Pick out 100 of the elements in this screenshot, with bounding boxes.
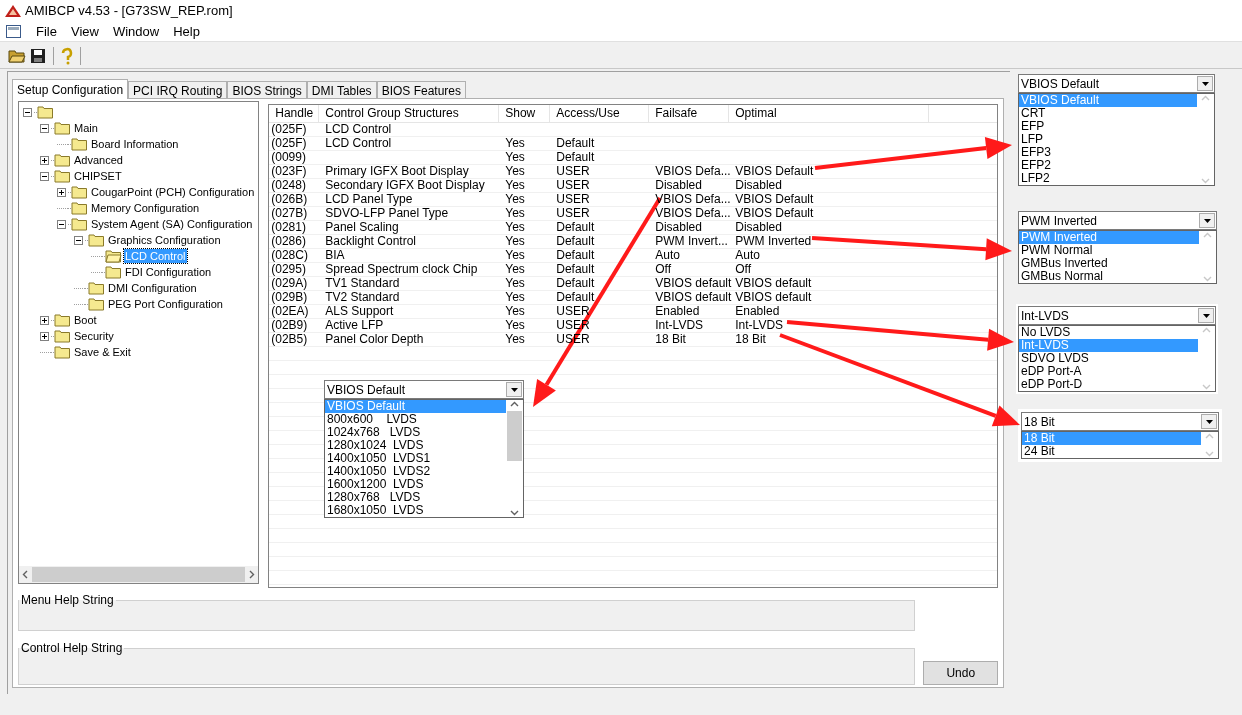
dropdown-option[interactable]: EFP3	[1019, 146, 1197, 159]
tree-item[interactable]: Advanced	[73, 153, 124, 167]
tree-item[interactable]: Boot	[73, 313, 98, 327]
table-cell: USER	[556, 192, 590, 206]
tree-item[interactable]: Save & Exit	[73, 345, 132, 359]
dropdown-option[interactable]: SDVO LVDS	[1019, 352, 1198, 365]
dropdown-option[interactable]: GMBus Normal	[1019, 270, 1199, 283]
table-cell: USER	[556, 164, 590, 178]
tree-item[interactable]: System Agent (SA) Configuration	[90, 217, 254, 231]
expand-toggle[interactable]	[40, 123, 49, 133]
dropdown-option[interactable]: EFP	[1019, 120, 1197, 133]
scroll-up-icon[interactable]	[510, 400, 519, 409]
open-folder-icon[interactable]	[8, 48, 26, 64]
column-header[interactable]: Show	[499, 105, 551, 122]
tab[interactable]: DMI Tables	[306, 81, 377, 99]
dropdown-option[interactable]: EFP2	[1019, 159, 1197, 172]
table-cell: Default	[556, 290, 595, 304]
expand-toggle[interactable]	[57, 187, 66, 197]
dropdown-option[interactable]: CRT	[1019, 107, 1197, 120]
menu-item[interactable]: View	[70, 21, 99, 42]
dropdown-option[interactable]: 1400x1050 LVDS2	[325, 465, 506, 478]
tab[interactable]: BIOS Strings	[227, 81, 307, 99]
table-cell: (025F)	[271, 136, 307, 150]
expand-toggle[interactable]	[40, 171, 49, 181]
tree-item[interactable]: Board Information	[90, 137, 180, 151]
column-header[interactable]: Access/Use	[550, 105, 650, 122]
dropdown-option[interactable]: LFP2	[1019, 172, 1197, 185]
table-cell: Yes	[505, 150, 525, 164]
table-cell: VBIOS Defa...	[655, 164, 731, 178]
dropdown-option[interactable]: 1400x1050 LVDS1	[325, 452, 506, 465]
table-cell: BIA	[325, 248, 345, 262]
table-cell: Auto	[655, 248, 680, 262]
tree-item[interactable]: DMI Configuration	[107, 281, 198, 295]
tree-item[interactable]: Security	[73, 329, 115, 343]
table-cell: Enabled	[655, 304, 700, 318]
dropdown-option[interactable]: 1024x768 LVDS	[325, 426, 506, 439]
combo-box[interactable]: VBIOS Default	[1018, 74, 1215, 93]
dropdown-option[interactable]: 1280x768 LVDS	[325, 491, 506, 504]
menu-item[interactable]: Help	[173, 21, 200, 42]
document-icon[interactable]	[6, 24, 22, 39]
expand-toggle[interactable]	[23, 107, 32, 117]
scrollbar-thumb[interactable]	[507, 411, 522, 461]
menu-item[interactable]: Window	[112, 21, 160, 42]
combo-box[interactable]: 18 Bit	[1021, 412, 1219, 431]
column-header[interactable]: Optimal	[729, 105, 930, 122]
combo-box[interactable]: PWM Inverted	[1018, 211, 1217, 230]
save-icon[interactable]	[30, 48, 46, 64]
dropdown-option[interactable]: 1680x1050 LVDS	[325, 504, 506, 517]
menu-item[interactable]: File	[36, 21, 57, 42]
dropdown-option[interactable]: eDP Port-A	[1019, 365, 1198, 378]
combo-box[interactable]: Int-LVDS	[1018, 306, 1216, 325]
tree-item[interactable]: Graphics Configuration	[107, 233, 222, 247]
expand-toggle[interactable]	[40, 155, 49, 165]
table-cell: 18 Bit	[655, 332, 686, 346]
dropdown-option[interactable]: 1280x1024 LVDS	[325, 439, 506, 452]
dropdown-option[interactable]: eDP Port-D	[1019, 378, 1198, 391]
tab[interactable]: PCI IRQ Routing	[128, 81, 228, 99]
column-header[interactable]: Handle	[269, 105, 320, 122]
table-cell: Int-LVDS	[735, 318, 784, 332]
tree-item[interactable]: PEG Port Configuration	[107, 297, 224, 311]
folder-icon	[71, 201, 88, 215]
tree-item[interactable]: CHIPSET	[73, 169, 123, 183]
expand-toggle[interactable]	[40, 331, 49, 341]
tree-item[interactable]: Memory Configuration	[90, 201, 201, 215]
folder-icon	[54, 153, 71, 167]
table-cell: Secondary IGFX Boot Display	[325, 178, 485, 192]
column-header[interactable]: Failsafe	[649, 105, 730, 122]
dropdown-option[interactable]: PWM Normal	[1019, 244, 1199, 257]
help-icon[interactable]	[61, 47, 73, 65]
table-cell: VBIOS default	[735, 276, 812, 290]
expand-toggle[interactable]	[40, 315, 49, 325]
dropdown-option[interactable]: 1600x1200 LVDS	[325, 478, 506, 491]
tab[interactable]: Setup Configuration	[12, 79, 129, 99]
scrollbar[interactable]	[506, 400, 523, 517]
expand-toggle[interactable]	[57, 219, 66, 229]
column-header[interactable]: Control Group Structures	[319, 105, 500, 122]
dropdown-option[interactable]: 800x600 LVDS	[325, 413, 506, 426]
tree-item[interactable]: FDI Configuration	[124, 265, 213, 279]
expand-toggle[interactable]	[74, 235, 83, 245]
dropdown-option[interactable]: LFP	[1019, 133, 1197, 146]
tab[interactable]: BIOS Features	[376, 81, 466, 99]
table-cell: Yes	[505, 206, 525, 220]
dropdown-option[interactable]: 24 Bit	[1022, 445, 1201, 458]
table-cell: USER	[556, 206, 590, 220]
table-cell: PWM Invert...	[655, 234, 728, 248]
table-cell: Disabled	[655, 178, 702, 192]
table-cell: Yes	[505, 164, 525, 178]
table-cell: Disabled	[655, 220, 702, 234]
dropdown-option[interactable]: GMBus Inverted	[1019, 257, 1199, 270]
scroll-right-icon[interactable]	[249, 570, 256, 579]
combo-box[interactable]: VBIOS Default	[324, 380, 524, 399]
tree-item[interactable]: CougarPoint (PCH) Configuration	[90, 185, 256, 199]
undo-button[interactable]: Undo	[923, 661, 998, 685]
dropdown-option[interactable]: No LVDS	[1019, 326, 1198, 339]
scroll-left-icon[interactable]	[22, 570, 28, 579]
scrollbar-thumb[interactable]	[32, 567, 246, 582]
scroll-down-icon[interactable]	[510, 508, 519, 517]
group-label: Control Help String	[20, 640, 124, 657]
horizontal-scrollbar[interactable]	[19, 566, 259, 583]
tree-item[interactable]: Main	[73, 121, 99, 135]
